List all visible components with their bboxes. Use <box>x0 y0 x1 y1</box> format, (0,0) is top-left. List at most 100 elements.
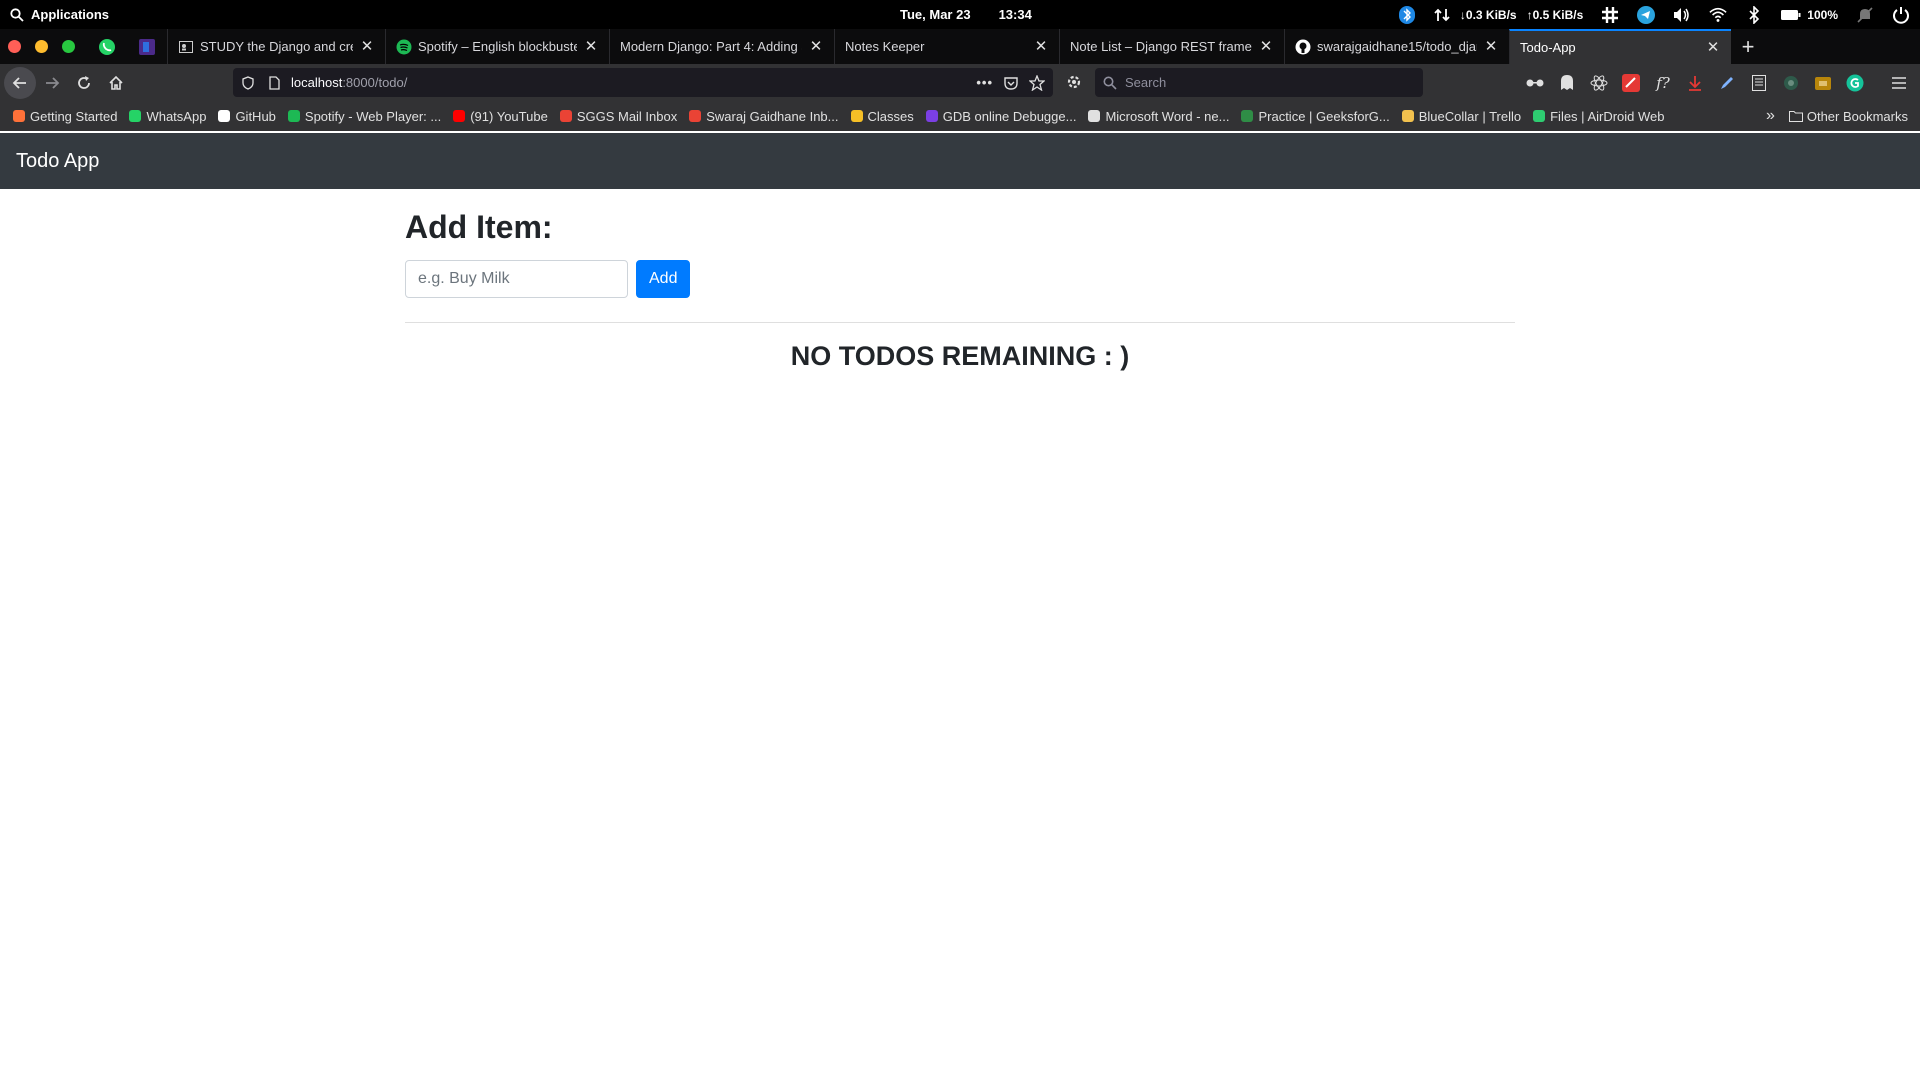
reader-glasses-icon[interactable] <box>1524 72 1546 94</box>
bookmark-item[interactable]: Files | AirDroid Web <box>1532 109 1665 124</box>
tab-note-list[interactable]: Note List – Django REST framework ✕ <box>1059 29 1284 64</box>
bookmark-label: BlueCollar | Trello <box>1418 108 1522 124</box>
grammarly-icon[interactable] <box>1844 72 1866 94</box>
home-button[interactable] <box>100 67 132 99</box>
network-arrows-icon <box>1434 8 1450 21</box>
maximize-window-button[interactable] <box>62 40 75 53</box>
page-icon <box>269 75 280 90</box>
bookmark-item[interactable]: Microsoft Word - ne... <box>1087 109 1229 124</box>
react-devtools-icon[interactable] <box>1588 72 1610 94</box>
bookmark-item[interactable]: Getting Started <box>12 109 117 124</box>
new-tab-button[interactable]: + <box>1731 29 1765 64</box>
close-tab-icon[interactable]: ✕ <box>1483 38 1499 55</box>
tab-notes-keeper[interactable]: Notes Keeper ✕ <box>834 29 1059 64</box>
bookmark-star-icon[interactable] <box>1029 74 1045 91</box>
pocket-icon[interactable] <box>1003 75 1019 91</box>
bookmark-item[interactable]: BlueCollar | Trello <box>1401 109 1521 124</box>
bookmark-item[interactable]: Classes <box>850 109 914 124</box>
tab-title: Notes Keeper <box>845 39 925 54</box>
app-icon <box>139 38 155 55</box>
pinned-tab-app[interactable] <box>127 29 167 64</box>
ghostery-icon[interactable] <box>1556 72 1578 94</box>
tab-title: Note List – Django REST framework <box>1070 39 1252 54</box>
bookmark-item[interactable]: Practice | GeeksforG... <box>1240 108 1390 124</box>
battery-indicator[interactable]: 100% <box>1781 8 1838 22</box>
time-label: 13:34 <box>998 7 1032 22</box>
other-bookmarks-folder[interactable]: Other Bookmarks <box>1788 109 1908 124</box>
arrow-left-icon <box>12 76 26 89</box>
volume-icon[interactable] <box>1673 6 1691 24</box>
back-button[interactable] <box>4 66 36 99</box>
bluetooth-app-icon[interactable] <box>1398 5 1416 24</box>
close-tab-icon[interactable]: ✕ <box>1033 38 1049 55</box>
close-window-button[interactable] <box>8 40 21 53</box>
shield-icon <box>242 75 254 90</box>
more-actions-icon[interactable]: ••• <box>976 75 993 90</box>
tab-modern-django[interactable]: Modern Django: Part 4: Adding a ✕ <box>609 29 834 64</box>
pen-icon[interactable] <box>1716 72 1738 94</box>
bookmark-item[interactable]: (91) YouTube <box>452 109 548 124</box>
tab-todo-app[interactable]: Todo-App ✕ <box>1509 29 1731 64</box>
telegram-icon[interactable] <box>1637 5 1656 24</box>
bookmark-label: Practice | GeeksforG... <box>1258 108 1390 124</box>
bookmark-item[interactable]: GitHub <box>217 108 276 124</box>
hamburger-menu-icon[interactable] <box>1888 72 1910 94</box>
close-tab-icon[interactable]: ✕ <box>1705 39 1721 56</box>
math-function-icon[interactable]: f? <box>1652 72 1674 94</box>
network-speed: ↓0.3 KiB/s ↑0.5 KiB/s <box>1434 7 1583 23</box>
folder-extension-icon[interactable] <box>1812 72 1834 94</box>
gdb-icon <box>925 109 939 123</box>
bluetooth-icon[interactable] <box>1745 5 1763 24</box>
extensions-gear-icon[interactable] <box>1063 71 1085 93</box>
bookmark-item[interactable]: GDB online Debugge... <box>925 109 1076 124</box>
add-button[interactable]: Add <box>636 260 691 298</box>
download-icon[interactable] <box>1684 72 1706 94</box>
forward-button[interactable] <box>36 67 68 99</box>
whatsapp-icon <box>99 38 115 55</box>
extension-toolbar: f? <box>1524 64 1920 101</box>
close-tab-icon[interactable]: ✕ <box>583 38 599 55</box>
clock[interactable]: Tue, Mar 23 13:34 <box>900 0 1032 29</box>
tab-github-todo[interactable]: swarajgaidhane15/todo_django ✕ <box>1284 29 1509 64</box>
bookmark-item[interactable]: WhatsApp <box>128 109 206 124</box>
bookmark-label: GitHub <box>235 108 276 124</box>
close-tab-icon[interactable]: ✕ <box>359 38 375 55</box>
search-placeholder: Search <box>1125 75 1167 90</box>
bookmark-item[interactable]: Spotify - Web Player: ... <box>287 109 441 124</box>
whatsapp-icon <box>128 109 142 123</box>
date-label: Tue, Mar 23 <box>900 7 971 22</box>
main-container: Add Item: Add NO TODOS REMAINING : ) <box>405 189 1515 372</box>
pdf-icon[interactable] <box>1620 72 1642 94</box>
todo-input[interactable] <box>405 260 628 298</box>
tab-spotify[interactable]: Spotify – English blockbuster ✕ <box>385 29 609 64</box>
tab-study-django[interactable]: STUDY the Django and create ✕ <box>167 29 385 64</box>
net-up-label: ↑0.5 KiB/s <box>1526 7 1584 22</box>
firefox-icon <box>12 109 26 123</box>
notifications-off-icon[interactable] <box>1856 6 1874 24</box>
tab-title: STUDY the Django and create <box>200 39 353 54</box>
app-brand[interactable]: Todo App <box>16 150 99 173</box>
bookmark-item[interactable]: Swaraj Gaidhane Inb... <box>688 109 839 124</box>
net-down-label: ↓0.3 KiB/s <box>1459 7 1517 22</box>
bookmark-label: Getting Started <box>30 108 118 124</box>
close-tab-icon[interactable]: ✕ <box>808 38 824 55</box>
github-icon <box>1295 39 1311 55</box>
address-bar[interactable]: localhost:8000/todo/ ••• <box>233 68 1053 97</box>
timer-icon[interactable] <box>1780 72 1802 94</box>
pinned-tab-whatsapp[interactable] <box>87 29 127 64</box>
notes-icon[interactable] <box>1748 72 1770 94</box>
search-box[interactable]: Search <box>1095 68 1423 97</box>
tab-strip: STUDY the Django and create ✕ Spotify – … <box>0 29 1920 64</box>
globe-icon <box>1087 109 1101 123</box>
close-tab-icon[interactable]: ✕ <box>1258 38 1274 55</box>
minimize-window-button[interactable] <box>35 40 48 53</box>
applications-menu[interactable]: Applications <box>10 0 109 29</box>
reload-button[interactable] <box>68 67 100 99</box>
bookmark-item[interactable]: SGGS Mail Inbox <box>559 109 677 124</box>
chevron-double-right-icon[interactable]: » <box>1766 107 1775 125</box>
power-icon[interactable] <box>1892 6 1910 24</box>
wifi-icon[interactable] <box>1709 6 1727 24</box>
slack-icon[interactable] <box>1601 6 1619 24</box>
window-controls <box>8 40 75 53</box>
url-actions: ••• <box>976 68 1045 97</box>
